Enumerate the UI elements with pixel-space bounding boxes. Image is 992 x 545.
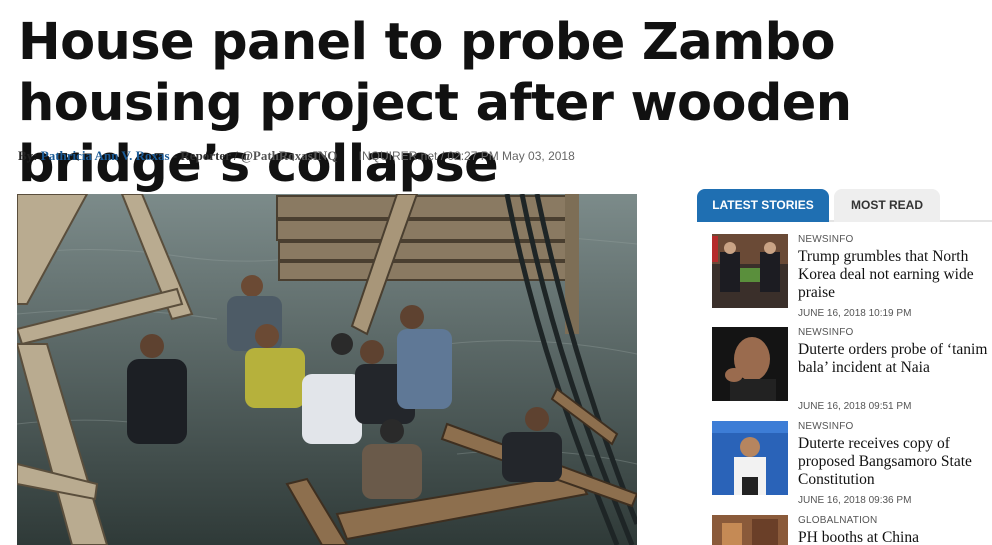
story-thumbnail[interactable]	[712, 515, 788, 545]
list-item[interactable]: NEWSINFO Trump grumbles that North Korea…	[712, 234, 992, 324]
article-photo	[17, 194, 637, 545]
tab-most-read[interactable]: MOST READ	[834, 189, 940, 222]
story-date: JUNE 16, 2018 09:51 PM	[798, 401, 912, 412]
article-headline: House panel to probe Zambo housing proje…	[18, 13, 852, 194]
author-twitter-handle[interactable]: @PathRoxasINQ	[241, 148, 338, 163]
story-category: NEWSINFO	[798, 234, 854, 245]
list-item[interactable]: NEWSINFO Duterte orders probe of ‘tanim …	[712, 327, 992, 417]
story-title[interactable]: Duterte receives copy of proposed Bangsa…	[798, 435, 988, 489]
story-thumbnail[interactable]	[712, 327, 788, 401]
story-category: NEWSINFO	[798, 421, 854, 432]
story-thumbnail[interactable]	[712, 234, 788, 308]
author-role: - Reporter /	[172, 148, 238, 163]
story-category: GLOBALNATION	[798, 515, 878, 526]
tab-latest-stories[interactable]: LATEST STORIES	[697, 189, 829, 222]
story-date: JUNE 16, 2018 09:36 PM	[798, 495, 912, 506]
list-item[interactable]: GLOBALNATION PH booths at China	[712, 515, 992, 545]
story-thumbnail[interactable]	[712, 421, 788, 495]
byline: By: Pathricia Ann V. Roxas - Reporter / …	[18, 148, 575, 164]
source-timestamp: INQUIRER.net / 02:27 PM May 03, 2018	[358, 149, 575, 163]
story-date: JUNE 16, 2018 10:19 PM	[798, 308, 912, 319]
story-title[interactable]: PH booths at China	[798, 529, 988, 545]
story-title[interactable]: Duterte orders probe of ‘tanim bala’ inc…	[798, 341, 988, 377]
story-category: NEWSINFO	[798, 327, 854, 338]
sidebar-tabs: LATEST STORIES MOST READ	[697, 189, 992, 222]
list-item[interactable]: NEWSINFO Duterte receives copy of propos…	[712, 421, 992, 511]
by-label: By:	[18, 148, 38, 163]
story-title[interactable]: Trump grumbles that North Korea deal not…	[798, 248, 988, 302]
author-link[interactable]: Pathricia Ann V. Roxas	[41, 148, 170, 163]
